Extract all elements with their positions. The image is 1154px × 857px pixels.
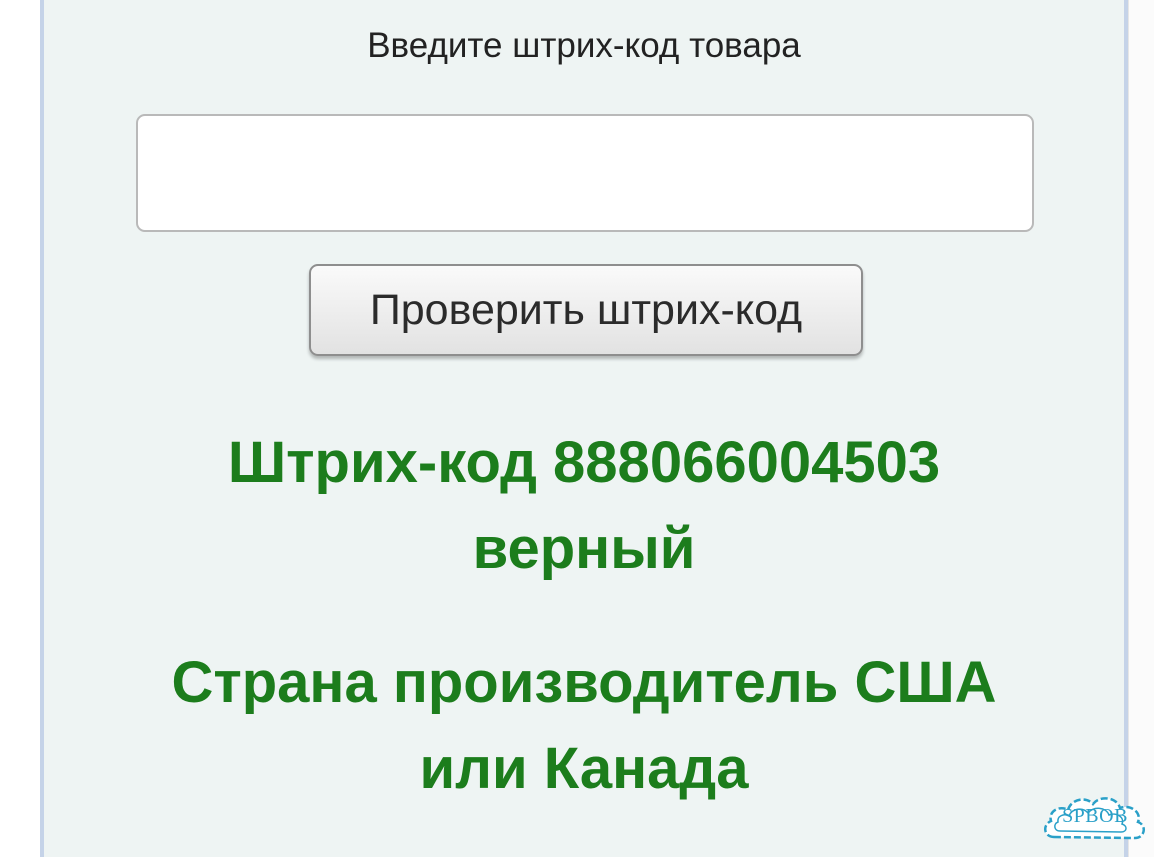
- watermark-text: SPBOB: [1062, 805, 1128, 827]
- check-barcode-button[interactable]: Проверить штрих-код: [309, 264, 863, 356]
- barcode-result-line: Штрих-код 888066004503: [227, 430, 941, 495]
- spbob-watermark-logo: SPBOB: [1040, 787, 1150, 853]
- country-result-line: Страна производитель США: [171, 650, 997, 715]
- country-result-line-2: или Канада: [419, 736, 749, 801]
- barcode-input[interactable]: [136, 114, 1034, 232]
- barcode-validity-result: Штрих-код 888066004503 верный: [44, 420, 1124, 592]
- barcode-prompt: Введите штрих-код товара: [367, 26, 801, 65]
- page-edge: [1128, 0, 1154, 857]
- barcode-result-status: верный: [472, 516, 696, 581]
- barcode-check-panel: Введите штрих-код товара Проверить штрих…: [40, 0, 1128, 857]
- page: Введите штрих-код товара Проверить штрих…: [0, 0, 1154, 857]
- country-result: Страна производитель США или Канада: [44, 640, 1124, 812]
